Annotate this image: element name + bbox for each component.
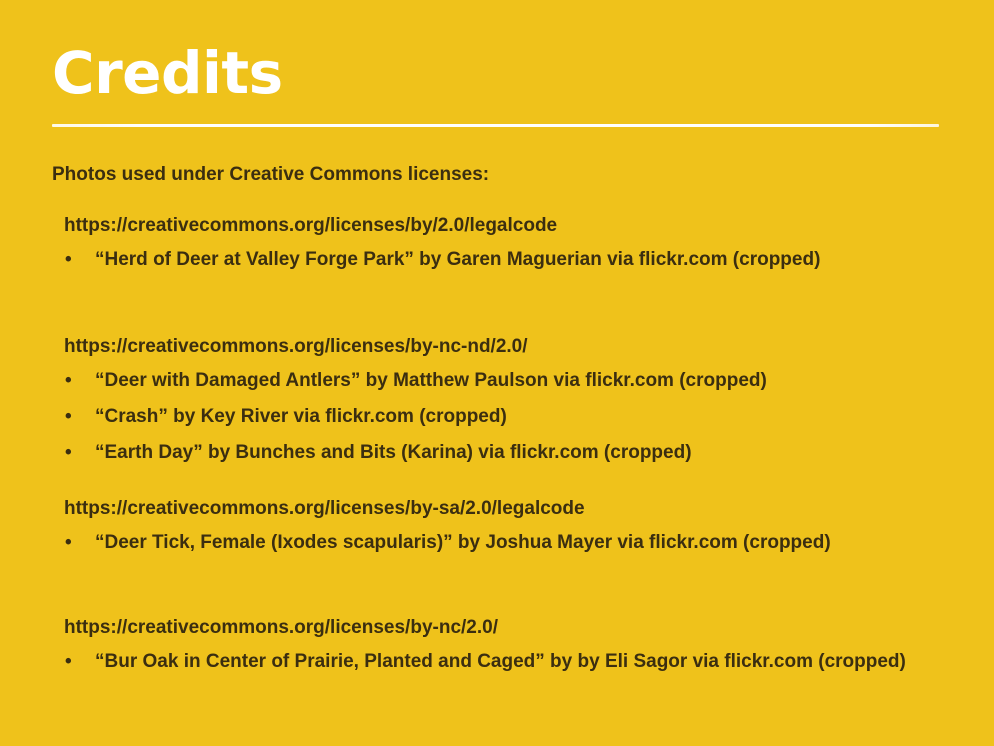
credit-text: “Crash” by Key River via flickr.com (cro… bbox=[95, 406, 507, 427]
bullet-icon: • bbox=[65, 651, 72, 672]
credit-list: • “Deer Tick, Female (Ixodes scapularis)… bbox=[64, 528, 924, 557]
license-url: https://creativecommons.org/licenses/by-… bbox=[64, 336, 528, 357]
credit-text: “Deer with Damaged Antlers” by Matthew P… bbox=[95, 370, 767, 391]
slide-title: Credits bbox=[52, 39, 283, 107]
credit-list: • “Deer with Damaged Antlers” by Matthew… bbox=[64, 366, 924, 467]
license-group-by: https://creativecommons.org/licenses/by/… bbox=[64, 213, 924, 281]
credit-list: • “Bur Oak in Center of Prairie, Planted… bbox=[64, 647, 924, 676]
license-url: https://creativecommons.org/licenses/by-… bbox=[64, 617, 498, 638]
bullet-icon: • bbox=[65, 406, 72, 427]
credit-text: “Bur Oak in Center of Prairie, Planted a… bbox=[95, 651, 906, 672]
license-url: https://creativecommons.org/licenses/by/… bbox=[64, 215, 558, 236]
bullet-icon: • bbox=[65, 370, 72, 391]
license-group-by-nc-nd: https://creativecommons.org/licenses/by-… bbox=[64, 334, 924, 474]
credit-item: • “Bur Oak in Center of Prairie, Planted… bbox=[64, 647, 924, 676]
credit-item: • “Deer with Damaged Antlers” by Matthew… bbox=[64, 366, 924, 395]
title-divider bbox=[52, 124, 939, 127]
credit-text: “Deer Tick, Female (Ixodes scapularis)” … bbox=[95, 532, 831, 553]
credit-text: “Earth Day” by Bunches and Bits (Karina)… bbox=[95, 442, 692, 463]
license-group-by-sa: https://creativecommons.org/licenses/by-… bbox=[64, 496, 924, 564]
credit-item: • “Herd of Deer at Valley Forge Park” by… bbox=[64, 245, 924, 274]
license-url: https://creativecommons.org/licenses/by-… bbox=[64, 498, 585, 519]
bullet-icon: • bbox=[65, 249, 72, 270]
intro-text: Photos used under Creative Commons licen… bbox=[52, 164, 490, 185]
credit-item: • “Earth Day” by Bunches and Bits (Karin… bbox=[64, 438, 924, 467]
bullet-icon: • bbox=[65, 442, 72, 463]
license-group-by-nc: https://creativecommons.org/licenses/by-… bbox=[64, 615, 924, 683]
bullet-icon: • bbox=[65, 532, 72, 553]
credit-list: • “Herd of Deer at Valley Forge Park” by… bbox=[64, 245, 924, 274]
slide: Credits Photos used under Creative Commo… bbox=[0, 0, 994, 746]
credit-item: • “Deer Tick, Female (Ixodes scapularis)… bbox=[64, 528, 924, 557]
credit-text: “Herd of Deer at Valley Forge Park” by G… bbox=[95, 249, 821, 270]
credit-item: • “Crash” by Key River via flickr.com (c… bbox=[64, 402, 924, 431]
